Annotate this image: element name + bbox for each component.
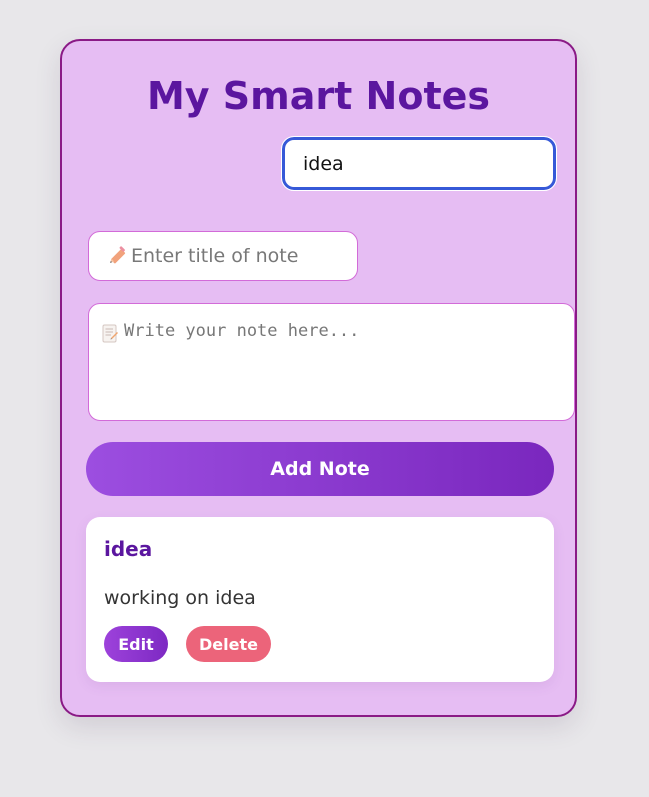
note-card-body: working on idea	[104, 587, 256, 609]
edit-note-button[interactable]: Edit	[104, 626, 168, 662]
delete-note-button[interactable]: Delete	[186, 626, 271, 662]
add-note-button[interactable]: Add Note	[86, 442, 554, 496]
note-title-input[interactable]	[131, 245, 341, 267]
pencil-icon	[110, 246, 126, 264]
note-card-title: idea	[104, 537, 153, 561]
note-card: idea working on idea Edit Delete	[86, 517, 554, 682]
note-title-field-container	[88, 231, 358, 281]
app-title: My Smart Notes	[146, 74, 491, 118]
note-body-field-container	[88, 303, 575, 421]
search-input[interactable]	[281, 136, 557, 191]
memo-icon	[102, 324, 118, 343]
notes-app-card: My Smart Notes Add Note idea working on …	[60, 39, 577, 717]
note-body-textarea[interactable]	[124, 321, 564, 411]
